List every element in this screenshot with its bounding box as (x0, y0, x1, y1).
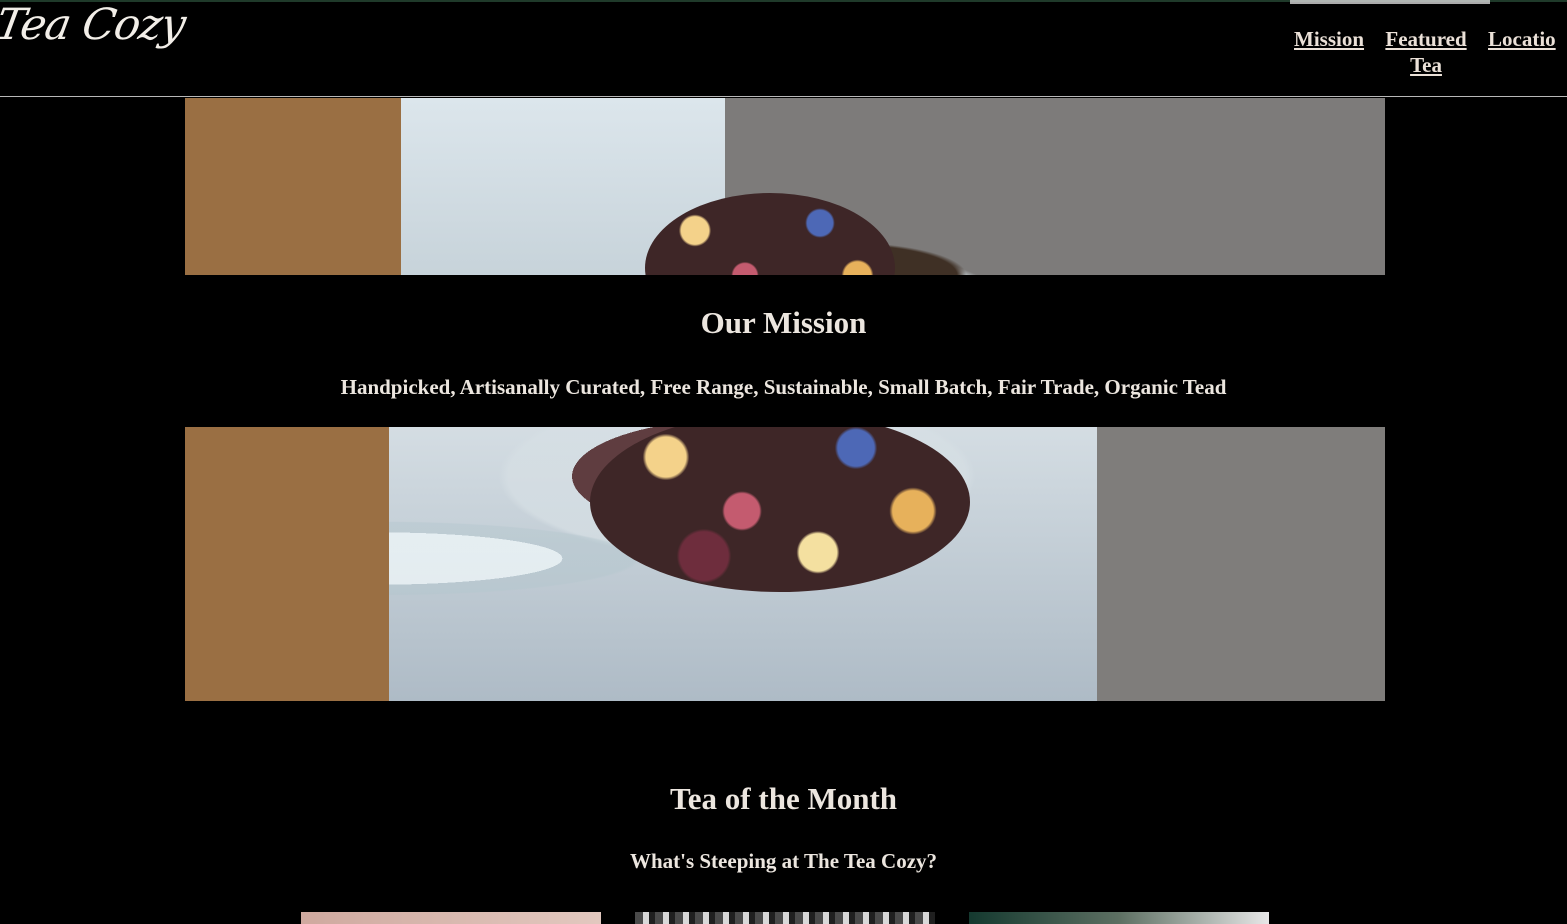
tea-card-image[interactable] (301, 912, 601, 924)
tea-card-image[interactable] (635, 912, 935, 924)
nav-featured-tea-link[interactable]: Featured Tea (1384, 26, 1468, 78)
tea-leaves-icon (590, 427, 970, 592)
tea-of-month-title: Tea of the Month (669, 781, 898, 816)
top-accent-line (1290, 0, 1490, 4)
site-logo[interactable]: Tea Cozy (0, 0, 189, 50)
tea-of-month-section: Tea of the Month What's Steeping at The … (0, 780, 1567, 874)
nav-locations-link[interactable]: Locatio (1488, 26, 1556, 78)
nav-mission-link[interactable]: Mission (1294, 26, 1364, 78)
site-header: Tea Cozy Mission Featured Tea Locatio (0, 0, 1567, 97)
tea-leaves-icon (645, 193, 895, 275)
mission-description: Handpicked, Artisanally Curated, Free Ra… (340, 375, 1227, 399)
tea-of-month-subtitle: What's Steeping at The Tea Cozy? (629, 849, 938, 873)
main-navigation: Mission Featured Tea Locatio (1294, 26, 1556, 78)
hero-tea-jar-image-bottom (185, 427, 1385, 701)
tea-cozy-page: Tea Cozy Mission Featured Tea Locatio Ou… (0, 0, 1567, 924)
tea-card-image[interactable] (969, 912, 1269, 924)
mission-title: Our Mission (700, 305, 867, 340)
hero-tea-jar-image-top (185, 98, 1385, 275)
mission-section: Our Mission Handpicked, Artisanally Cura… (0, 304, 1567, 400)
